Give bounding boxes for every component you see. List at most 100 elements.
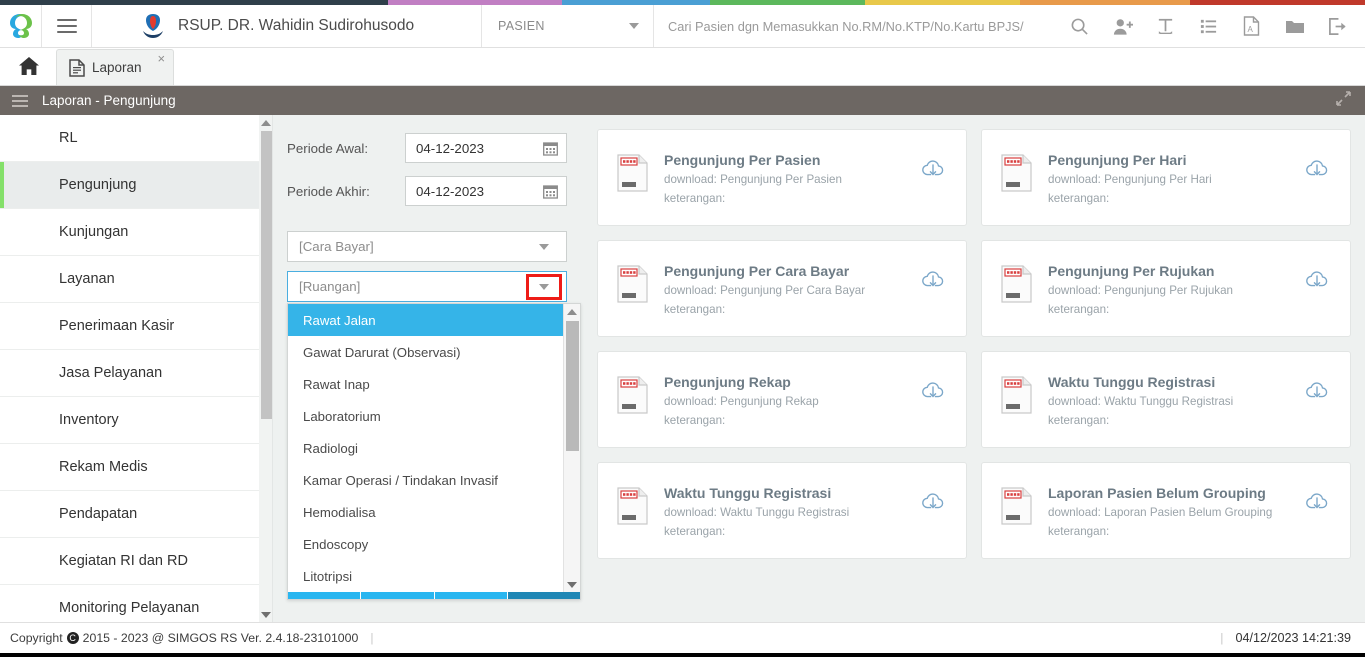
cloud-download-icon[interactable] <box>916 374 950 402</box>
sidebar-item-inventory[interactable]: Inventory <box>0 397 259 444</box>
tab-bar: Laporan × <box>0 48 1365 86</box>
hospital-name: RSUP. DR. Wahidin Sudirohusodo <box>178 17 415 34</box>
report-card[interactable]: Pengunjung Per Rujukan download: Pengunj… <box>981 240 1351 337</box>
scroll-up-arrow-icon[interactable] <box>564 304 580 319</box>
calendar-icon[interactable] <box>543 184 558 199</box>
scrollbar-thumb[interactable] <box>566 321 579 451</box>
dropdown-option[interactable]: Laboratorium <box>288 400 563 432</box>
footer-divider: | <box>1220 631 1224 645</box>
sidebar-menu: RL Pengunjung Kunjungan Layanan Penerima… <box>0 115 259 622</box>
periode-awal-input[interactable]: 04-12-2023 <box>405 133 567 163</box>
context-selector[interactable]: PASIEN <box>482 5 654 47</box>
card-note-label: keterangan: <box>1048 414 1110 427</box>
menu-toggle-button[interactable] <box>42 5 92 47</box>
add-user-icon[interactable] <box>1101 5 1144 47</box>
card-title: Waktu Tunggu Registrasi <box>1048 374 1216 390</box>
card-note-label: keterangan: <box>664 303 726 316</box>
scroll-down-arrow-icon[interactable] <box>564 577 580 592</box>
sidebar-item-kegiatan-ri-dan-rd[interactable]: Kegiatan RI dan RD <box>0 538 259 585</box>
sidebar-scrollbar[interactable] <box>259 115 273 622</box>
report-card[interactable]: Pengunjung Per Pasien download: Pengunju… <box>597 129 967 226</box>
sidebar-item-label: Kunjungan <box>59 224 129 240</box>
dropdown-option[interactable]: Gawat Darurat (Observasi) <box>288 336 563 368</box>
calendar-icon[interactable] <box>543 141 558 156</box>
home-tab-button[interactable] <box>8 47 50 85</box>
cloud-download-icon[interactable] <box>1300 374 1334 402</box>
dropdown-option[interactable]: Rawat Inap <box>288 368 563 400</box>
expand-arrows-icon[interactable] <box>1332 89 1355 113</box>
chevron-down-icon <box>629 23 639 29</box>
periode-akhir-input[interactable]: 04-12-2023 <box>405 176 567 206</box>
dropdown-option[interactable]: Kamar Operasi / Tindakan Invasif <box>288 464 563 496</box>
scroll-down-arrow-icon[interactable] <box>259 607 272 622</box>
scrollbar-thumb[interactable] <box>261 131 272 419</box>
card-note-label: keterangan: <box>1048 192 1110 205</box>
sidebar-item-rekam-medis[interactable]: Rekam Medis <box>0 444 259 491</box>
dropdown-option[interactable]: Hemodialisa <box>288 496 563 528</box>
sidebar-item-penerimaan-kasir[interactable]: Penerimaan Kasir <box>0 303 259 350</box>
periode-awal-row: Periode Awal: 04-12-2023 <box>287 133 567 163</box>
cloud-download-icon[interactable] <box>1300 485 1334 513</box>
text-tool-icon[interactable] <box>1144 5 1187 47</box>
search-field-wrapper[interactable] <box>654 5 1058 47</box>
periode-akhir-value: 04-12-2023 <box>416 183 485 199</box>
report-card-grid: Pengunjung Per Pasien download: Pengunju… <box>583 115 1365 622</box>
app-logo[interactable] <box>0 5 42 47</box>
copyright-text: 2015 - 2023 @ SIMGOS RS Ver. 2.4.18-2310… <box>82 631 359 645</box>
search-icon[interactable] <box>1058 5 1101 47</box>
cloud-download-icon[interactable] <box>916 152 950 180</box>
sidebar-item-pendapatan[interactable]: Pendapatan <box>0 491 259 538</box>
copyright-prefix: Copyright <box>10 631 63 645</box>
card-download-label: download: Pengunjung Per Hari <box>1048 173 1212 186</box>
sidebar-item-label: Inventory <box>59 412 119 428</box>
card-download-label: download: Waktu Tunggu Registrasi <box>1048 395 1234 408</box>
sidebar-item-rl[interactable]: RL <box>0 115 259 162</box>
card-title: Laporan Pasien Belum Grouping <box>1048 485 1266 501</box>
cloud-download-icon[interactable] <box>1300 152 1334 180</box>
cloud-download-icon[interactable] <box>916 263 950 291</box>
hospital-emblem-icon <box>143 14 163 38</box>
sidebar-item-label: Pengunjung <box>59 177 137 193</box>
datetime-display: 04/12/2023 14:21:39 <box>1235 631 1351 645</box>
sidebar-item-kunjungan[interactable]: Kunjungan <box>0 209 259 256</box>
dropdown-scrollbar[interactable] <box>563 304 580 592</box>
dropdown-options: Rawat Jalan Gawat Darurat (Observasi) Ra… <box>288 304 563 592</box>
report-card[interactable]: Pengunjung Per Hari download: Pengunjung… <box>981 129 1351 226</box>
card-download-label: download: Pengunjung Per Rujukan <box>1048 284 1233 297</box>
sidebar-item-jasa-pelayanan[interactable]: Jasa Pelayanan <box>0 350 259 397</box>
report-card[interactable]: Pengunjung Rekap download: Pengunjung Re… <box>597 351 967 448</box>
tab-laporan[interactable]: Laporan × <box>56 49 175 85</box>
cloud-download-icon[interactable] <box>916 485 950 513</box>
sidebar-collapse-icon[interactable] <box>12 92 28 110</box>
report-card[interactable]: Waktu Tunggu Registrasi download: Waktu … <box>981 351 1351 448</box>
cara-bayar-value: [Cara Bayar] <box>299 239 374 254</box>
close-icon[interactable]: × <box>158 51 166 66</box>
ruangan-select[interactable]: [Ruangan] <box>287 271 567 302</box>
card-title: Pengunjung Per Hari <box>1048 152 1187 168</box>
hamburger-icon <box>56 15 77 37</box>
chevron-down-icon[interactable] <box>526 232 562 261</box>
card-download-label: download: Laporan Pasien Belum Grouping <box>1048 506 1273 519</box>
logout-icon[interactable] <box>1316 5 1359 47</box>
chevron-down-icon[interactable] <box>526 273 562 300</box>
report-card[interactable]: Waktu Tunggu Registrasi download: Waktu … <box>597 462 967 559</box>
cara-bayar-select[interactable]: [Cara Bayar] <box>287 231 567 262</box>
dropdown-option[interactable]: Litotripsi <box>288 560 563 592</box>
scroll-up-arrow-icon[interactable] <box>259 115 272 130</box>
sidebar-item-layanan[interactable]: Layanan <box>0 256 259 303</box>
sidebar-item-pengunjung[interactable]: Pengunjung <box>0 162 259 209</box>
list-icon[interactable] <box>1187 5 1230 47</box>
pdf-icon[interactable]: A <box>1230 5 1273 47</box>
dropdown-option[interactable]: Rawat Jalan <box>288 304 563 336</box>
sidebar-item-monitoring-pelayanan[interactable]: Monitoring Pelayanan <box>0 585 259 622</box>
status-bar: Copyright C 2015 - 2023 @ SIMGOS RS Ver.… <box>0 622 1365 653</box>
dropdown-option[interactable]: Endoscopy <box>288 528 563 560</box>
report-card[interactable]: Pengunjung Per Cara Bayar download: Peng… <box>597 240 967 337</box>
footer-right: | 04/12/2023 14:21:39 <box>1208 631 1351 645</box>
dropdown-option[interactable]: Radiologi <box>288 432 563 464</box>
card-title: Waktu Tunggu Registrasi <box>664 485 832 501</box>
report-card[interactable]: Laporan Pasien Belum Grouping download: … <box>981 462 1351 559</box>
cloud-download-icon[interactable] <box>1300 263 1334 291</box>
folder-icon[interactable] <box>1273 5 1316 47</box>
search-input[interactable] <box>668 18 1058 34</box>
